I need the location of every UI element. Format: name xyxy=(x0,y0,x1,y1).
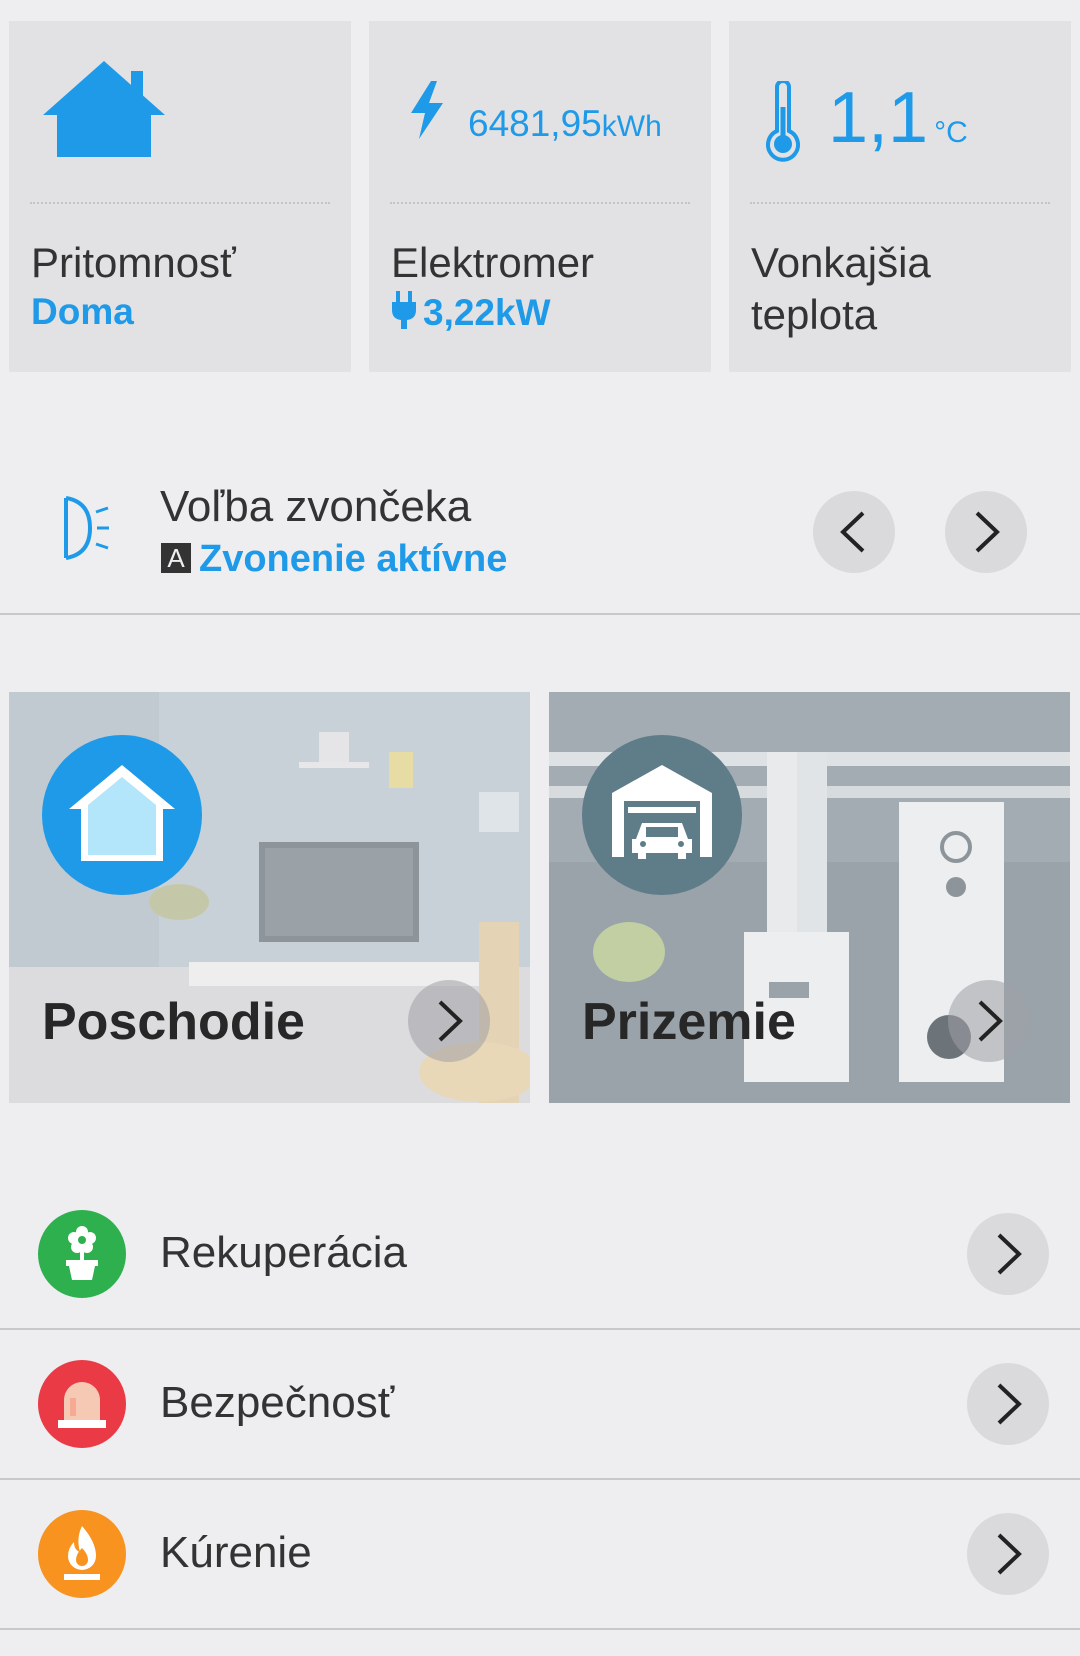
floor-open-button[interactable] xyxy=(408,980,490,1062)
bell-light-icon xyxy=(60,494,110,569)
category-open-button[interactable] xyxy=(967,1213,1049,1295)
plug-icon xyxy=(391,291,417,338)
tile-divider xyxy=(30,202,330,204)
chevron-right-icon xyxy=(408,1000,490,1066)
tile-divider xyxy=(750,202,1050,204)
meter-title: Elektromer xyxy=(391,239,595,286)
temperature-unit: °C xyxy=(934,116,968,149)
floor-icon-circle xyxy=(42,735,202,895)
temperature-title-line2: teplota xyxy=(751,291,878,338)
outside-temperature-tile[interactable]: 1,1 °C Vonkajšia teplota xyxy=(729,21,1071,372)
category-row-bezpecnost[interactable]: Bezpečnosť xyxy=(0,1330,1080,1478)
presence-tile[interactable]: Pritomnosť Doma xyxy=(9,21,351,372)
presence-title: Pritomnosť xyxy=(31,239,236,286)
category-open-button[interactable] xyxy=(967,1513,1049,1595)
category-open-button[interactable] xyxy=(967,1363,1049,1445)
divider xyxy=(0,1628,1080,1630)
category-row-kurenie[interactable]: Kúrenie xyxy=(0,1480,1080,1628)
category-label: Rekuperácia xyxy=(160,1228,408,1277)
mode-badge: A xyxy=(161,543,191,573)
meter-total-unit: kWh xyxy=(601,110,662,143)
meter-total: 6481,95kWh xyxy=(468,103,662,145)
bell-status: A Zvonenie aktívne xyxy=(161,538,507,581)
temperature-title: Vonkajšia teplota xyxy=(751,237,931,341)
garage-icon xyxy=(582,735,742,900)
temperature-title-line1: Vonkajšia xyxy=(751,239,931,286)
tile-divider xyxy=(390,202,690,204)
category-row-rekuperacia[interactable]: Rekuperácia xyxy=(0,1180,1080,1328)
meter-total-value: 6481,95 xyxy=(468,103,602,144)
floor-label: Prizemie xyxy=(582,993,796,1051)
chevron-right-icon xyxy=(948,1000,1030,1066)
flame-icon xyxy=(38,1510,126,1598)
previous-bell-button[interactable] xyxy=(813,491,895,573)
floor-card-poschodie[interactable]: Poschodie xyxy=(9,692,530,1103)
temperature-reading: 1,1 °C xyxy=(828,77,968,159)
house-icon xyxy=(42,735,202,900)
house-icon xyxy=(39,57,169,166)
floor-icon-circle xyxy=(582,735,742,895)
meter-power-value: 3,22kW xyxy=(423,292,551,333)
category-label: Bezpečnosť xyxy=(160,1378,395,1427)
floor-open-button[interactable] xyxy=(948,980,1030,1062)
electricity-meter-tile[interactable]: 6481,95kWh Elektromer 3,22kW xyxy=(369,21,711,372)
divider xyxy=(0,613,1080,615)
presence-status: Doma xyxy=(31,291,134,332)
floor-card-prizemie[interactable]: Prizemie xyxy=(549,692,1070,1103)
bell-selector-row: Voľba zvončeka A Zvonenie aktívne xyxy=(0,462,1080,614)
next-bell-button[interactable] xyxy=(945,491,1027,573)
category-label: Kúrenie xyxy=(160,1528,312,1577)
thermometer-icon xyxy=(765,79,801,168)
flower-pot-icon xyxy=(38,1210,126,1298)
siren-icon xyxy=(38,1360,126,1448)
bell-status-text: Zvonenie aktívne xyxy=(199,538,508,580)
temperature-value: 1,1 xyxy=(828,78,929,158)
lightning-icon xyxy=(409,81,445,144)
meter-power: 3,22kW xyxy=(391,291,551,338)
floor-label: Poschodie xyxy=(42,993,305,1051)
bell-title: Voľba zvončeka xyxy=(160,482,472,531)
